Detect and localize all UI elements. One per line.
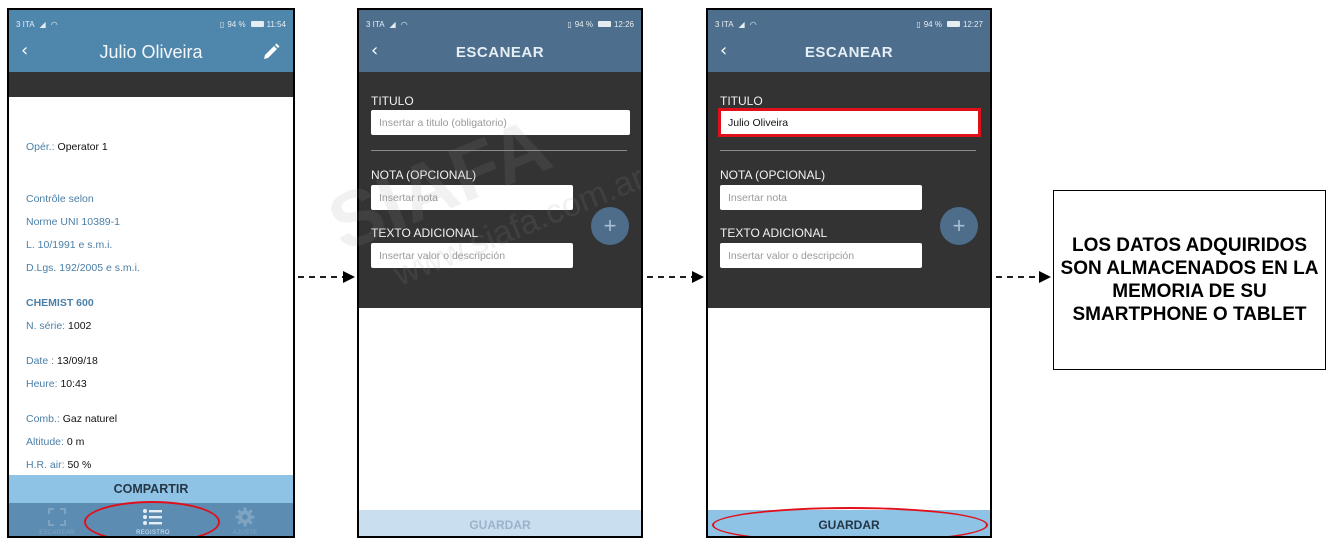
app-bar: ‹ Julio Oliveira xyxy=(9,32,293,72)
save-button-disabled[interactable]: GUARDAR xyxy=(359,510,641,536)
extra-text-label: TEXTO ADICIONAL xyxy=(371,226,479,240)
plus-icon: + xyxy=(952,213,966,238)
page-title: Julio Oliveira xyxy=(99,41,203,62)
scan-form-filled-screen: 3 ITA ◢ ◠ ▯ 94 % 12:27 ‹ ESCANEAR TITULO… xyxy=(706,8,992,538)
status-bar: 3 ITA ◢ ◠ ▯ 94 % 11:54 xyxy=(9,10,293,32)
app-bar: ‹ ESCANEAR xyxy=(708,32,990,72)
control-line-4: D.Lgs. 192/2005 e s.m.i. xyxy=(26,262,140,274)
signal-icon: ◢ xyxy=(738,19,745,29)
wifi-icon: ◠ xyxy=(749,19,757,29)
flow-arrow-1 xyxy=(298,271,355,283)
vibrate-icon: ▯ xyxy=(916,19,921,29)
title-input[interactable]: Insertar a titulo (obligatorio) xyxy=(371,110,630,135)
highlight-box xyxy=(718,108,981,137)
scan-form-empty-screen: 3 ITA ◢ ◠ ▯ 94 % 12:26 ‹ ESCANEAR TITULO… xyxy=(357,8,643,538)
back-chevron-icon[interactable]: ‹ xyxy=(21,40,28,61)
back-chevron-icon[interactable]: ‹ xyxy=(720,40,727,61)
highlight-oval xyxy=(712,507,988,536)
page-title: ESCANEAR xyxy=(804,43,894,61)
back-chevron-icon[interactable]: ‹ xyxy=(371,40,378,61)
clock: 12:26 xyxy=(613,19,634,29)
battery-percent: 94 % xyxy=(923,19,942,29)
battery-percent: 94 % xyxy=(574,19,593,29)
humidity-row: H.R. air: 50 % xyxy=(26,459,92,471)
header-strip xyxy=(9,72,293,97)
time-row: Heure: 10:43 xyxy=(26,378,87,390)
serial-row: N. série: 1002 xyxy=(26,320,92,332)
carrier-label: 3 ITA xyxy=(16,19,35,29)
gear-icon xyxy=(235,507,255,527)
battery-icon xyxy=(250,21,264,27)
storage-message: LOS DATOS ADQUIRIDOS SON ALMACENADOS EN … xyxy=(1060,235,1319,325)
carrier-label: 3 ITA xyxy=(366,19,385,29)
add-plus-button[interactable]: + xyxy=(591,207,629,245)
flow-arrow-3 xyxy=(996,271,1051,283)
record-detail-screen: 3 ITA ◢ ◠ ▯ 94 % 11:54 ‹ Julio Oliveira … xyxy=(7,8,295,538)
operator-row: Opér.: Operator 1 xyxy=(26,141,108,153)
control-line-2: Norme UNI 10389-1 xyxy=(26,216,120,228)
status-bar: 3 ITA ◢ ◠ ▯ 94 % 12:27 xyxy=(708,10,990,32)
flow-arrow-2 xyxy=(647,271,704,283)
control-line-1: Contrôle selon xyxy=(26,193,94,205)
app-bar: ‹ ESCANEAR xyxy=(359,32,641,72)
control-line-3: L. 10/1991 e s.m.i. xyxy=(26,239,113,251)
wifi-icon: ◠ xyxy=(400,19,408,29)
highlight-oval xyxy=(84,501,220,536)
signal-icon: ◢ xyxy=(39,19,46,29)
status-bar: 3 ITA ◢ ◠ ▯ 94 % 12:26 xyxy=(359,10,641,32)
clock: 12:27 xyxy=(962,19,983,29)
scan-icon xyxy=(48,508,66,526)
page-title: ESCANEAR xyxy=(455,43,545,61)
scan-form: TITULO Julio Oliveira NOTA (OPCIONAL) In… xyxy=(708,72,990,308)
wifi-icon: ◠ xyxy=(50,19,58,29)
title-field-label: TITULO xyxy=(720,94,763,108)
note-field-label: NOTA (OPCIONAL) xyxy=(720,168,826,182)
extra-text-label: TEXTO ADICIONAL xyxy=(720,226,828,240)
altitude-row: Altitude: 0 m xyxy=(26,436,85,448)
divider xyxy=(371,150,627,151)
divider xyxy=(720,150,976,151)
signal-icon: ◢ xyxy=(389,19,396,29)
battery-percent: 94 % xyxy=(227,19,246,29)
device-name: CHEMIST 600 xyxy=(26,297,94,309)
title-field-label: TITULO xyxy=(371,94,414,108)
fuel-row: Comb.: Gaz naturel xyxy=(26,413,118,425)
note-input[interactable]: Insertar nota xyxy=(371,185,573,210)
vibrate-icon: ▯ xyxy=(219,19,225,29)
battery-icon xyxy=(946,21,960,27)
note-input[interactable]: Insertar nota xyxy=(720,185,922,210)
extra-text-input[interactable]: Insertar valor o descripción xyxy=(720,243,922,268)
pencil-edit-icon[interactable] xyxy=(261,42,281,62)
plus-icon: + xyxy=(603,213,617,238)
carrier-label: 3 ITA xyxy=(715,19,734,29)
vibrate-icon: ▯ xyxy=(567,19,572,29)
date-row: Date : 13/09/18 xyxy=(26,355,98,367)
extra-text-input[interactable]: Insertar valor o descripción xyxy=(371,243,573,268)
battery-icon xyxy=(597,21,611,27)
storage-message-box: LOS DATOS ADQUIRIDOS SON ALMACENADOS EN … xyxy=(1053,190,1326,370)
scan-form: TITULO Insertar a titulo (obligatorio) N… xyxy=(359,72,641,308)
add-plus-button[interactable]: + xyxy=(940,207,978,245)
share-button[interactable]: COMPARTIR xyxy=(9,475,293,503)
clock: 11:54 xyxy=(266,19,286,29)
note-field-label: NOTA (OPCIONAL) xyxy=(371,168,477,182)
